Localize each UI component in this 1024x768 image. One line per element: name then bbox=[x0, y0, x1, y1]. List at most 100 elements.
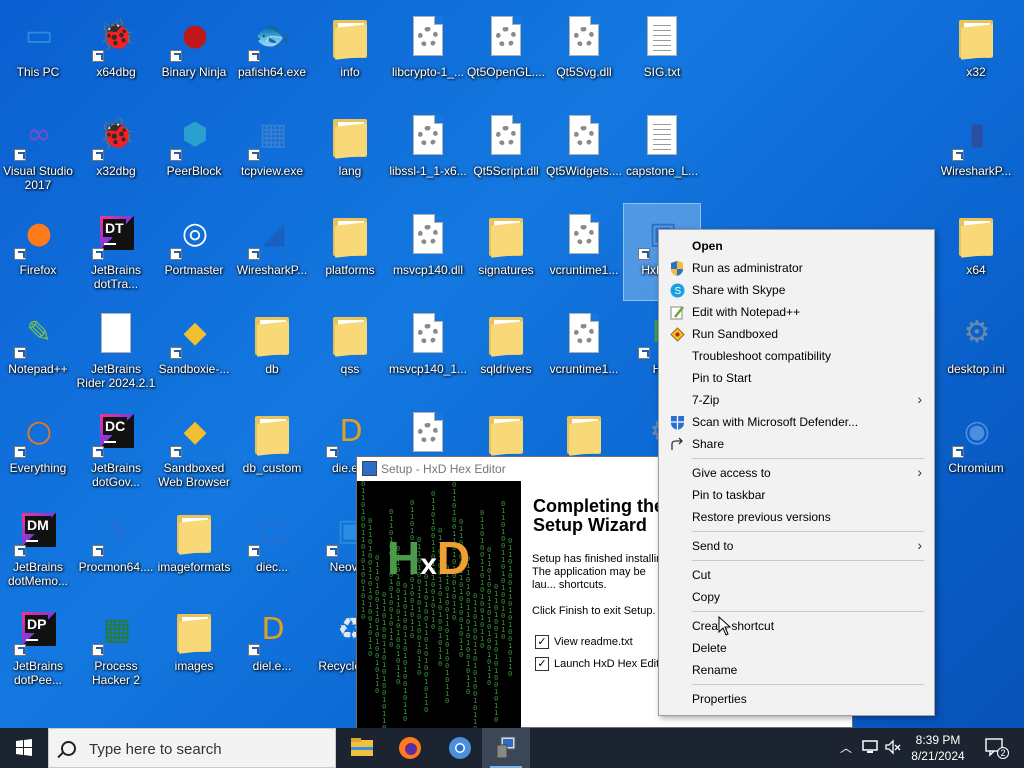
menu-item-delete[interactable]: Delete bbox=[659, 637, 934, 659]
desktop-icon[interactable]: 🐞 x64dbg bbox=[78, 6, 154, 102]
menu-item-run-sandboxed[interactable]: Run Sandboxed bbox=[659, 323, 934, 345]
desktop-icon[interactable]: images bbox=[156, 600, 232, 696]
desktop-icon[interactable]: db_custom bbox=[234, 402, 310, 498]
desktop-icon[interactable]: 🐞 x32dbg bbox=[78, 105, 154, 201]
menu-item-restore-previous-versions[interactable]: Restore previous versions bbox=[659, 506, 934, 528]
folder-icon bbox=[248, 408, 296, 458]
menu-item-edit-with-notepad[interactable]: Edit with Notepad++ bbox=[659, 301, 934, 323]
desktop-icon[interactable]: imageformats bbox=[156, 501, 232, 597]
desktop-icon-label: Notepad++ bbox=[8, 362, 68, 376]
desktop-icon[interactable]: SIG.txt bbox=[624, 6, 700, 102]
menu-item-scan-with-microsoft-defender[interactable]: Scan with Microsoft Defender... bbox=[659, 411, 934, 433]
taskbar-hxd-setup[interactable] bbox=[482, 728, 530, 768]
desktop-icon[interactable]: sqldrivers bbox=[468, 303, 544, 399]
desktop-icon[interactable]: Qt5Script.dll bbox=[468, 105, 544, 201]
menu-item-run-as-administrator[interactable]: Run as administrator bbox=[659, 257, 934, 279]
start-button[interactable] bbox=[0, 728, 48, 768]
desktop-icon-label: WiresharkP... bbox=[940, 164, 1012, 178]
desktop-icon[interactable]: ◆ Sandboxie-... bbox=[156, 303, 232, 399]
desktop-icon-label: JetBrains dotGov... bbox=[90, 461, 142, 489]
menu-item-copy[interactable]: Copy bbox=[659, 586, 934, 608]
clock-time: 8:39 PM bbox=[915, 733, 961, 747]
desktop-icon[interactable]: info bbox=[312, 6, 388, 102]
desktop-icon[interactable]: ▦ tcpview.exe bbox=[234, 105, 310, 201]
menu-item-send-to[interactable]: Send to › bbox=[659, 535, 934, 557]
desktop-icon[interactable]: x64 bbox=[938, 204, 1014, 300]
menu-item-label: Pin to Start bbox=[692, 371, 752, 385]
desktop-icon[interactable]: ▦ Process Hacker 2 bbox=[78, 600, 154, 696]
desktop-icon[interactable]: x32 bbox=[938, 6, 1014, 102]
desktop-icon[interactable]: vcruntime1... bbox=[546, 303, 622, 399]
desktop-icon[interactable]: ◎ Portmaster bbox=[156, 204, 232, 300]
desktop-icon[interactable]: libcrypto-1_... bbox=[390, 6, 466, 102]
desktop-icon[interactable]: db bbox=[234, 303, 310, 399]
wizard-body-text: Setup has finished installin... The appl… bbox=[532, 553, 672, 591]
menu-item-give-access-to[interactable]: Give access to › bbox=[659, 462, 934, 484]
desktop-icon[interactable]: Qt5Widgets.... bbox=[546, 105, 622, 201]
desktop-icon[interactable]: qss bbox=[312, 303, 388, 399]
desktop-icon-label: imageformats bbox=[157, 560, 231, 574]
desktop-icon[interactable]: ∞ Visual Studio 2017 bbox=[0, 105, 76, 201]
desktop-icon[interactable]: msvcp140_1... bbox=[389, 303, 467, 399]
desktop-icon[interactable]: DP JetBrains dotPee... bbox=[0, 600, 76, 696]
taskbar-chromium[interactable] bbox=[434, 728, 482, 768]
menu-item-share-with-skype[interactable]: S Share with Skype bbox=[659, 279, 934, 301]
desktop-icon[interactable]: ∿ Procmon64.... bbox=[78, 501, 154, 597]
desktop-icon[interactable]: ◢ WiresharkP... bbox=[234, 204, 310, 300]
menu-item-cut[interactable]: Cut bbox=[659, 564, 934, 586]
context-menu[interactable]: Open Run as administrator S Share with Skyp… bbox=[658, 229, 935, 716]
shortcut-arrow-icon bbox=[14, 248, 26, 260]
desktop-icon[interactable]: msvcp140.dll bbox=[390, 204, 466, 300]
desktop-icon[interactable]: DC JetBrains dotGov... bbox=[78, 402, 154, 498]
taskbar[interactable]: Type here to search ︿ 8:39 PM 8/21/2024 … bbox=[0, 728, 1024, 768]
network-icon[interactable] bbox=[862, 739, 880, 758]
menu-item-7-zip[interactable]: 7-Zip › bbox=[659, 389, 934, 411]
menu-item-troubleshoot-compatibility[interactable]: Troubleshoot compatibility bbox=[659, 345, 934, 367]
menu-item-open[interactable]: Open bbox=[659, 235, 934, 257]
view-readme-label[interactable]: View readme.txt bbox=[554, 636, 633, 648]
menu-item-rename[interactable]: Rename bbox=[659, 659, 934, 681]
desktop-icon[interactable]: DT JetBrains dotTra... bbox=[78, 204, 154, 300]
action-center-button[interactable]: 2 bbox=[984, 736, 1009, 761]
launch-hxd-label[interactable]: Launch HxD Hex Edito bbox=[554, 658, 665, 670]
desktop-icon[interactable]: platforms bbox=[312, 204, 388, 300]
view-readme-checkbox[interactable]: ✓ bbox=[535, 635, 549, 649]
taskbar-search-box[interactable]: Type here to search bbox=[48, 728, 336, 768]
desktop-icon[interactable]: ● Firefox bbox=[0, 204, 76, 300]
desktop-icon[interactable]: ◆ Sandboxed Web Browser bbox=[156, 402, 232, 498]
menu-item-pin-to-start[interactable]: Pin to Start bbox=[659, 367, 934, 389]
desktop-icon[interactable]: ▮ WiresharkP... bbox=[938, 105, 1014, 201]
show-hidden-icons-chevron[interactable]: ︿ bbox=[840, 739, 852, 756]
desktop-icon[interactable]: JetBrains Rider 2024.2.1 bbox=[77, 303, 155, 399]
desktop-icon[interactable]: libssl-1_1-x6... bbox=[389, 105, 467, 201]
shortcut-arrow-icon bbox=[14, 149, 26, 161]
desktop-icon-label: SIG.txt bbox=[643, 65, 681, 79]
desktop-icon[interactable]: lang bbox=[312, 105, 388, 201]
desktop-icon[interactable]: vcruntime1... bbox=[546, 204, 622, 300]
shortcut-arrow-icon bbox=[170, 347, 182, 359]
menu-item-create-shortcut[interactable]: Create shortcut bbox=[659, 615, 934, 637]
desktop-icon[interactable]: Qt5Svg.dll bbox=[546, 6, 622, 102]
menu-item-properties[interactable]: Properties bbox=[659, 688, 934, 710]
shortcut-arrow-icon bbox=[170, 149, 182, 161]
menu-item-share[interactable]: Share bbox=[659, 433, 934, 455]
desktop-icon[interactable]: ✎ Notepad++ bbox=[0, 303, 76, 399]
desktop-icon[interactable]: signatures bbox=[468, 204, 544, 300]
launch-hxd-checkbox[interactable]: ✓ bbox=[535, 657, 549, 671]
taskbar-clock[interactable]: 8:39 PM 8/21/2024 bbox=[900, 732, 976, 764]
desktop-icon[interactable]: 🐟 pafish64.exe bbox=[234, 6, 310, 102]
desktop-icon[interactable]: ◉ Chromium bbox=[938, 402, 1014, 498]
desktop-icon[interactable]: Qt5OpenGL.... bbox=[467, 6, 545, 102]
menu-item-pin-to-taskbar[interactable]: Pin to taskbar bbox=[659, 484, 934, 506]
desktop-icon[interactable]: ▢ diec... bbox=[234, 501, 310, 597]
desktop-icon[interactable]: ⬢ PeerBlock bbox=[156, 105, 232, 201]
taskbar-file-explorer[interactable] bbox=[338, 728, 386, 768]
desktop-icon[interactable]: DM JetBrains dotMemo... bbox=[0, 501, 76, 597]
desktop-icon[interactable]: ⚙ desktop.ini bbox=[938, 303, 1014, 399]
desktop-icon[interactable]: ● Binary Ninja bbox=[156, 6, 232, 102]
desktop-icon[interactable]: ▭ This PC bbox=[0, 6, 76, 102]
desktop-icon[interactable]: Ddiel.e... bbox=[234, 600, 310, 696]
taskbar-firefox[interactable] bbox=[386, 728, 434, 768]
desktop-icon[interactable]: ○ Everything bbox=[0, 402, 76, 498]
desktop-icon[interactable]: capstone_L... bbox=[624, 105, 700, 201]
